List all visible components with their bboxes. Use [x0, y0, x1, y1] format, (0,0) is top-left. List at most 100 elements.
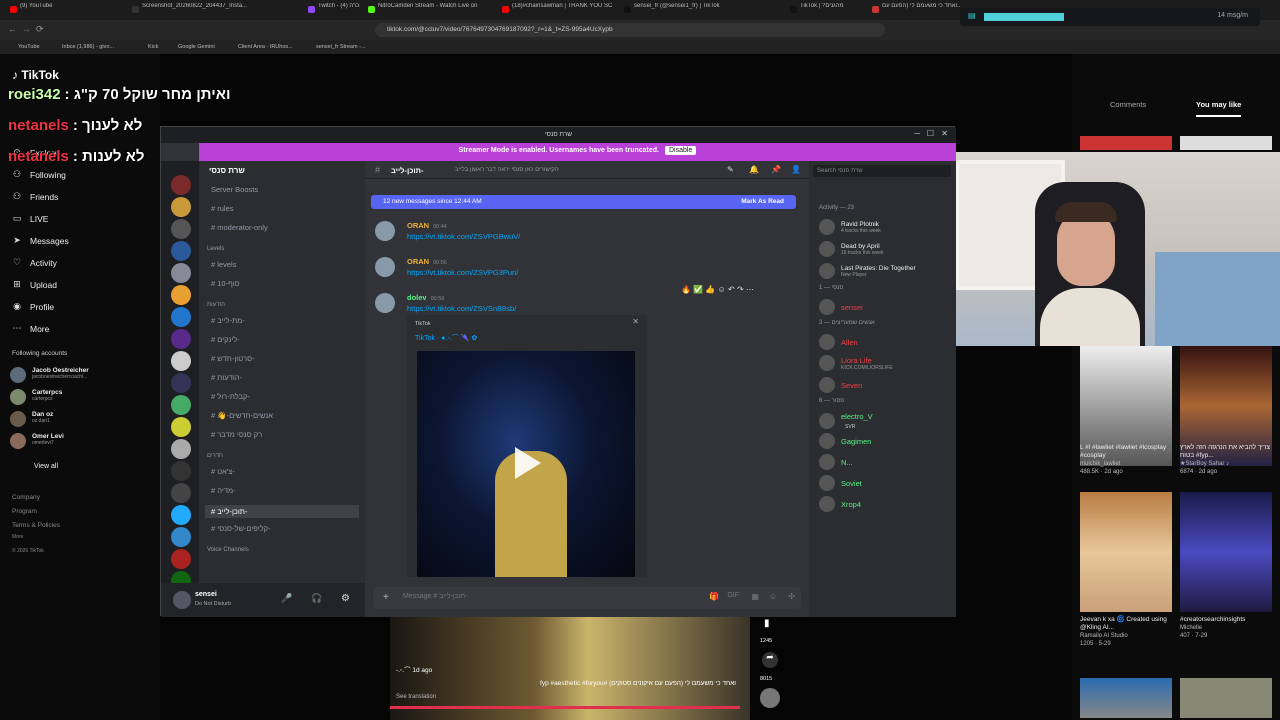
avatar[interactable]: [375, 293, 395, 313]
share-icon[interactable]: ➦: [762, 652, 778, 668]
channel-item[interactable]: # מת-לייב-: [211, 316, 245, 325]
channel-item[interactable]: # לינקים-: [211, 335, 240, 344]
nav-friends[interactable]: ⚇ Friends: [12, 191, 58, 202]
message-author[interactable]: ORAN 00:56: [407, 257, 447, 266]
reply-icon[interactable]: ↶: [728, 285, 735, 294]
nav-upload[interactable]: ⊞ Upload: [12, 279, 57, 290]
tiktok-video-player[interactable]: -.◦.⌒ 1d ago ואחד כי משעמם לי (הפעם עם א…: [390, 616, 750, 720]
message-link[interactable]: https://vt.tiktok.com/ZSVPG3Pun/: [407, 268, 518, 277]
feed-thumbnail[interactable]: [1080, 136, 1172, 150]
member-item[interactable]: Allen: [819, 334, 858, 350]
see-translation-link[interactable]: See translation: [396, 694, 436, 700]
feed-title[interactable]: L #l #lawliet #lawliet #lcosplay #cospla…: [1080, 444, 1174, 460]
add-reaction-icon[interactable]: ☺: [718, 285, 726, 294]
server-icon[interactable]: [171, 263, 191, 283]
browser-tab[interactable]: (18)#chainsawman | THANK YOU SC: [500, 3, 616, 18]
tab-comments[interactable]: Comments: [1110, 100, 1146, 109]
server-icon[interactable]: [171, 175, 191, 195]
embed-video[interactable]: [417, 351, 635, 577]
channel-item[interactable]: # 10-סוף: [211, 279, 240, 288]
bookmark-item[interactable]: sensei_fr Stream -...: [316, 44, 366, 50]
server-icon[interactable]: [171, 395, 191, 415]
close-embed-icon[interactable]: ✕: [632, 317, 639, 326]
channel-item[interactable]: # מדיה-: [211, 486, 236, 495]
following-account[interactable]: Dan oz oz.dan1: [10, 411, 53, 427]
server-icon[interactable]: [171, 505, 191, 525]
music-disc-icon[interactable]: [760, 688, 780, 708]
feed-thumbnail[interactable]: [1180, 678, 1272, 718]
nav-activity[interactable]: ♡ Activity: [12, 257, 57, 268]
browser-tab[interactable]: TikTok | ?מהגנים: [788, 3, 864, 18]
maximize-icon[interactable]: ☐: [927, 129, 934, 138]
channel-item[interactable]: # רק סנסי מדבר: [211, 430, 262, 439]
channel-category[interactable]: Levels: [207, 246, 224, 252]
message-author[interactable]: ORAN 00:44: [407, 221, 447, 230]
activity-card[interactable]: Last Pirates: Die Together New Player: [819, 263, 916, 279]
browser-tab[interactable]: Screenshot_20260822_204437_Insta...: [130, 3, 300, 18]
footer-link[interactable]: Program: [12, 508, 37, 515]
bookmark-item[interactable]: Inbox (1,986) - givo...: [62, 44, 114, 50]
channel-category[interactable]: הודעות: [207, 302, 225, 308]
avatar[interactable]: [375, 257, 395, 277]
browser-tab[interactable]: NitroCamden Stream - Watch Live on: [366, 3, 494, 18]
browser-tab[interactable]: sensei_fr (@sensei1_fr) | TikTok: [622, 3, 782, 18]
channel-item[interactable]: # levels: [211, 260, 236, 269]
gift-icon[interactable]: 🎁: [709, 592, 719, 601]
channel-item[interactable]: Server Boosts: [211, 185, 258, 194]
fire-emoji[interactable]: 🔥: [681, 285, 691, 294]
server-icon[interactable]: [171, 241, 191, 261]
add-attachment-icon[interactable]: +: [383, 592, 389, 603]
message-input[interactable]: Message # תוכן-לייב- + 🎁 GIF ▦ ☺ ✣: [373, 587, 801, 609]
feed-title[interactable]: צריך להביא את הנרגזה הזה לארץ בטוח #fyp.…: [1180, 444, 1274, 460]
member-item[interactable]: Gagimen: [819, 433, 871, 449]
sticker-icon[interactable]: ▦: [751, 592, 759, 601]
nav-profile[interactable]: ◉ Profile: [12, 301, 54, 312]
feed-user[interactable]: Michelle: [1180, 624, 1274, 632]
disable-button[interactable]: Disable: [665, 146, 697, 155]
forward-icon[interactable]: →: [22, 24, 31, 34]
avatar[interactable]: [173, 591, 191, 609]
member-item[interactable]: sensei: [819, 299, 863, 315]
bookmark-item[interactable]: Google Gemini: [178, 44, 215, 50]
address-bar[interactable]: tiktok.com/@ccluv7/video/767649730476918…: [375, 23, 885, 37]
channel-item[interactable]: # סרטון-חדש-: [211, 354, 255, 363]
gif-icon[interactable]: GIF: [727, 592, 739, 599]
bell-icon[interactable]: 🔔: [749, 165, 759, 174]
channel-item[interactable]: # 👋-אנשים-חדשים: [211, 411, 273, 420]
bookmark-icon[interactable]: ▮: [764, 618, 770, 629]
activity-card[interactable]: Ravid Plotnik 4 tracks this week: [819, 219, 881, 235]
bookmark-item[interactable]: YouTube: [18, 44, 40, 50]
channel-item[interactable]: # הודעות-: [211, 373, 242, 382]
members-icon[interactable]: 👤: [791, 165, 801, 174]
feed-user[interactable]: ★StarBoy Sahar ♪: [1180, 460, 1274, 468]
microphone-icon[interactable]: 🎤: [281, 593, 292, 604]
reload-icon[interactable]: ⟳: [36, 24, 44, 35]
tab-you-may-like[interactable]: You may like: [1196, 100, 1242, 117]
server-icon[interactable]: [171, 307, 191, 327]
server-icon[interactable]: [171, 417, 191, 437]
server-icon[interactable]: [171, 219, 191, 239]
feed-thumbnail[interactable]: [1180, 492, 1272, 612]
search-input[interactable]: Search שרת סנסי: [813, 165, 951, 177]
server-icon[interactable]: [171, 527, 191, 547]
back-icon[interactable]: ←: [8, 24, 17, 34]
footer-link[interactable]: Terms & Policies: [12, 522, 60, 529]
server-icon[interactable]: [171, 439, 191, 459]
activity-card[interactable]: Dead by April 16 tracks this week: [819, 241, 884, 257]
feed-user[interactable]: muichik_lawliet: [1080, 460, 1174, 468]
mark-as-read-button[interactable]: Mark As Read: [741, 198, 784, 205]
feed-title[interactable]: #creatorsearchinsights: [1180, 616, 1274, 624]
server-icon[interactable]: [171, 461, 191, 481]
member-item[interactable]: Seven: [819, 377, 862, 393]
server-icon[interactable]: [171, 373, 191, 393]
server-icon[interactable]: [171, 285, 191, 305]
server-icon[interactable]: [171, 483, 191, 503]
member-item[interactable]: Xrop4: [819, 496, 861, 512]
forward-icon[interactable]: ↷: [737, 285, 744, 294]
headphones-icon[interactable]: 🎧: [311, 593, 322, 604]
apps-icon[interactable]: ✣: [788, 592, 795, 601]
feed-title[interactable]: Jeevan k xa 🌀 Created using @Kling AI...: [1080, 616, 1174, 632]
channel-item[interactable]: # צ'אט-: [211, 467, 235, 476]
server-icon[interactable]: [171, 549, 191, 569]
following-account[interactable]: Omer Levi omerlevi7: [10, 433, 64, 449]
